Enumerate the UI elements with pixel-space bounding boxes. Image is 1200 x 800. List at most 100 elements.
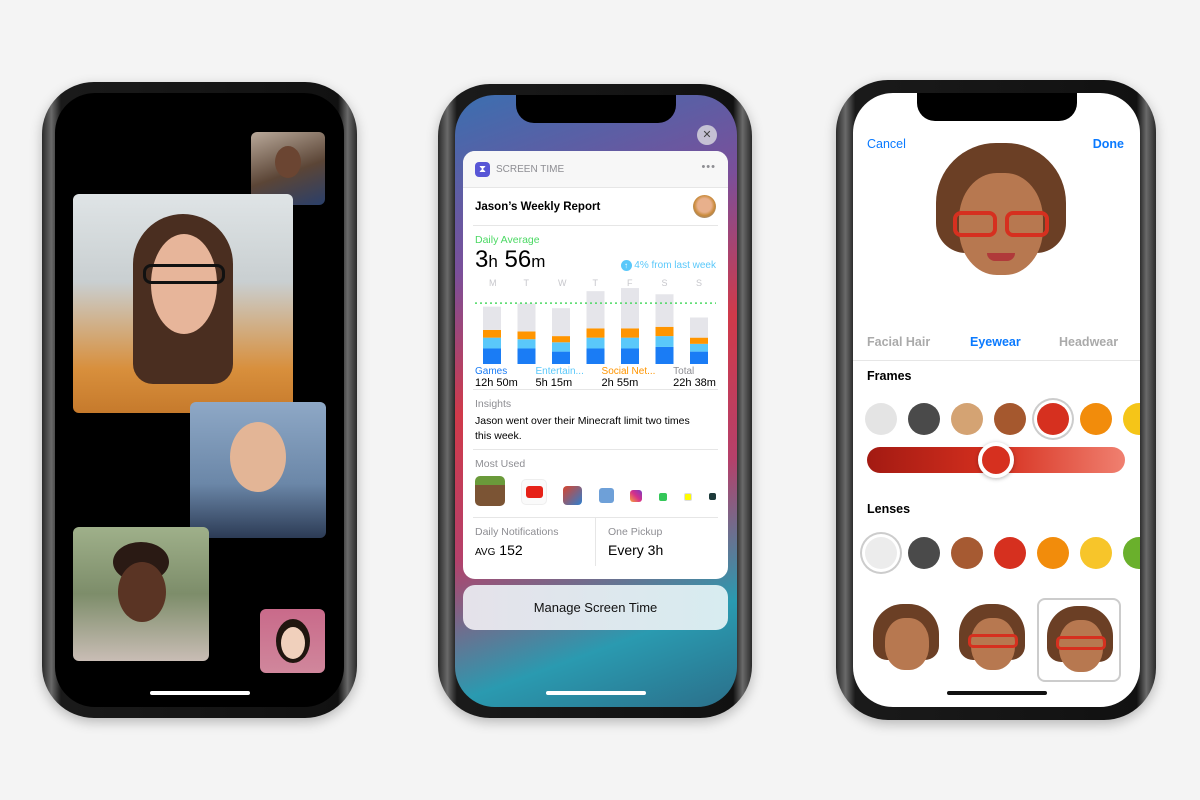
bar-segment [690, 351, 708, 364]
usage-bar-chart: MTWTFSS [475, 278, 716, 364]
app-icon-minecraft[interactable] [475, 476, 505, 506]
bar-segment [655, 336, 674, 347]
report-title: Jason’s Weekly Report [475, 201, 601, 213]
frame-color-swatch[interactable] [994, 403, 1026, 435]
lenses-label: Lenses [867, 502, 911, 516]
participant-tile[interactable] [73, 194, 293, 413]
bar-segment [690, 317, 708, 338]
bar-segment [552, 342, 570, 352]
bar-segment [586, 348, 605, 364]
bar-segment [621, 288, 639, 329]
frame-color-swatch[interactable] [1123, 403, 1140, 435]
bar-segment [655, 326, 674, 337]
more-button[interactable]: ••• [701, 161, 716, 173]
daily-average-value: 3h 56m [475, 246, 546, 273]
lens-color-swatches [853, 535, 1140, 571]
day-label: S [696, 278, 702, 288]
insight-text: Jason went over their Minecraft limit tw… [475, 415, 690, 442]
home-indicator[interactable] [946, 691, 1047, 695]
lens-color-swatch[interactable] [951, 537, 983, 569]
app-icon-fortnite[interactable] [599, 488, 614, 503]
app-icon-messages[interactable] [659, 493, 667, 501]
lens-color-swatch[interactable] [1123, 537, 1140, 569]
chart-legend: Games 12h 50m Entertain... 5h 15m Social Net… [475, 366, 716, 389]
screen-time-screen: ✕ ⧗ SCREEN TIME ••• Jason’s Weekly Repor… [455, 95, 737, 707]
frame-color-swatch[interactable] [1080, 403, 1112, 435]
lens-color-swatch[interactable] [865, 537, 897, 569]
cancel-button[interactable]: Cancel [867, 137, 906, 151]
close-button[interactable]: ✕ [697, 125, 717, 145]
bar-segment [621, 328, 639, 338]
memoji-screen: Cancel Done Facial Hair Eyewear Headwear… [853, 93, 1140, 707]
eyewear-preset-no-glasses[interactable] [865, 598, 949, 682]
notch [916, 93, 1077, 121]
day-label: S [662, 278, 668, 288]
day-label: W [558, 278, 567, 288]
bar-segment [621, 337, 639, 349]
app-icon-snapchat[interactable] [684, 493, 692, 501]
bar-segment [483, 337, 501, 349]
lens-color-swatch[interactable] [908, 537, 940, 569]
phone-screen-time: ✕ ⧗ SCREEN TIME ••• Jason’s Weekly Repor… [438, 84, 752, 718]
app-icon-instagram[interactable] [630, 490, 642, 502]
notch [516, 95, 676, 123]
done-button[interactable]: Done [1093, 137, 1124, 151]
bar-segment [586, 328, 605, 338]
avatar [693, 195, 716, 218]
frame-color-swatch[interactable] [951, 403, 983, 435]
manage-screen-time-button[interactable]: Manage Screen Time [463, 585, 728, 630]
bar-segment [552, 351, 570, 364]
app-icon-youtube[interactable] [521, 479, 547, 505]
most-used-apps [475, 476, 718, 508]
app-icon-game[interactable] [563, 486, 582, 505]
phone-facetime [42, 82, 357, 718]
bar-segment [552, 308, 570, 337]
eyewear-preset-glasses-clear[interactable] [951, 598, 1035, 682]
bar-segment [517, 339, 536, 349]
bar-segment [655, 294, 674, 327]
memoji-preview [931, 143, 1071, 283]
weekly-change: ↑ 4% from last week [620, 260, 716, 271]
lens-color-swatch[interactable] [994, 537, 1026, 569]
app-label: SCREEN TIME [496, 164, 565, 175]
day-label: F [627, 278, 633, 288]
legend-item: Games 12h 50m [475, 366, 518, 389]
participant-tile[interactable] [73, 527, 209, 661]
slider-knob[interactable] [978, 442, 1014, 478]
app-icon-other[interactable] [709, 493, 716, 500]
frame-color-swatches [853, 401, 1140, 437]
bar-segment [690, 343, 708, 352]
legend-item: Social Net... 2h 55m [601, 366, 656, 389]
bar-segment [517, 303, 536, 332]
frame-color-swatch[interactable] [865, 403, 897, 435]
lens-color-swatch[interactable] [1037, 537, 1069, 569]
participant-tile[interactable] [260, 609, 325, 673]
bar-segment [517, 348, 536, 364]
home-indicator[interactable] [546, 691, 646, 695]
bar-segment [517, 331, 536, 340]
day-label: T [593, 278, 599, 288]
notch [119, 93, 280, 121]
bar-segment [586, 337, 605, 349]
insights-label: Insights [475, 398, 512, 410]
frame-color-swatch[interactable] [908, 403, 940, 435]
bar-segment [586, 291, 605, 329]
bar-segment [483, 348, 501, 364]
participant-tile[interactable] [190, 402, 326, 538]
frame-color-swatch[interactable] [1037, 403, 1069, 435]
tab-headwear[interactable]: Headwear [1059, 335, 1118, 349]
screen-time-widget[interactable]: ⧗ SCREEN TIME ••• Jason’s Weekly Report … [463, 151, 728, 579]
bar-segment [655, 346, 674, 364]
facetime-screen [55, 93, 344, 707]
daily-average-label: Daily Average [475, 234, 540, 246]
lens-color-swatch[interactable] [1080, 537, 1112, 569]
eyewear-presets [853, 598, 1140, 682]
day-label: T [524, 278, 530, 288]
frame-shade-slider[interactable] [867, 442, 1125, 478]
tab-facial-hair[interactable]: Facial Hair [867, 335, 930, 349]
tab-eyewear[interactable]: Eyewear [970, 335, 1021, 349]
home-indicator[interactable] [149, 691, 250, 695]
hourglass-icon: ⧗ [475, 162, 490, 177]
daily-notifications: Daily Notifications AVG 152 [463, 518, 596, 566]
eyewear-preset-glasses-selected[interactable] [1037, 598, 1121, 682]
